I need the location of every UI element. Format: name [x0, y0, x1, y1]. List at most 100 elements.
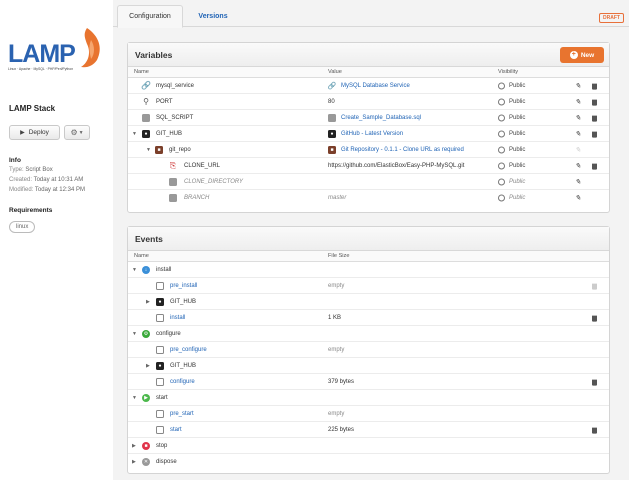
event-group[interactable]: ▼ ↓ install [128, 262, 609, 278]
event-file[interactable]: pre_start [170, 411, 194, 417]
visibility-value: Public [509, 82, 526, 89]
variable-name: BRANCH [184, 195, 210, 201]
trash-icon[interactable] [592, 315, 597, 322]
event-group[interactable]: ▼ ⚙ configure [128, 326, 609, 342]
variable-value[interactable]: Git Repository - 0.1.1 - Clone URL as re… [341, 147, 464, 153]
text-field-icon [169, 177, 177, 186]
event-box-row[interactable]: ▶ ● GIT_HUB [128, 294, 609, 310]
variables-header: Variables + New [128, 43, 609, 67]
edit-icon[interactable]: ✎ [575, 114, 581, 122]
file-icon [328, 113, 336, 122]
visibility-value: Public [509, 178, 526, 185]
events-header: Events [128, 227, 609, 251]
github-icon: ● [328, 129, 336, 138]
expand-arrow-icon[interactable]: ▶ [132, 459, 136, 465]
event-name: dispose [156, 459, 177, 465]
edit-icon[interactable]: ✎ [575, 98, 581, 106]
sidebar: LAMP Linux · Apache · MySQL · PHP/Perl/P… [0, 0, 113, 480]
event-group[interactable]: ▶ ✕ dispose [128, 454, 609, 470]
expand-arrow-icon[interactable]: ▶ [146, 363, 150, 369]
variable-value[interactable]: MySQL Database Service [341, 83, 410, 89]
globe-icon [498, 162, 505, 169]
trash-icon[interactable] [592, 283, 597, 290]
collapse-arrow-icon[interactable]: ▼ [132, 131, 137, 137]
trash-icon[interactable] [592, 163, 597, 170]
event-file-row[interactable]: pre_start empty [128, 406, 609, 422]
visibility-value: Public [509, 162, 526, 169]
trash-icon[interactable] [592, 83, 597, 90]
port-icon: ⚲ [143, 97, 149, 106]
plus-icon: + [569, 51, 578, 59]
table-row[interactable]: SQL_SCRIPT Create_Sample_Database.sql Pu… [128, 110, 609, 126]
settings-menu-button[interactable]: ⚙ ▼ [64, 125, 90, 140]
event-file-row[interactable]: start 225 bytes [128, 422, 609, 438]
trash-icon[interactable] [592, 115, 597, 122]
edit-icon[interactable]: ✎ [575, 162, 581, 170]
event-file[interactable]: pre_install [170, 283, 197, 289]
edit-icon[interactable]: ✎ [575, 194, 581, 202]
info-created: Created: Today at 10:31 AM [9, 177, 84, 183]
event-file[interactable]: configure [170, 379, 195, 385]
edit-icon[interactable]: ✎ [575, 146, 581, 154]
svg-text:LAMP: LAMP [8, 40, 75, 68]
event-file[interactable]: pre_configure [170, 347, 207, 353]
event-file[interactable]: install [170, 315, 185, 321]
file-icon [142, 113, 150, 122]
column-visibility: Visibility [498, 69, 519, 75]
new-variable-button[interactable]: + New [560, 47, 604, 63]
link-icon: 🔗 [141, 81, 151, 90]
events-title: Events [135, 233, 163, 244]
event-file-row[interactable]: pre_install empty [128, 278, 609, 294]
collapse-arrow-icon[interactable]: ▼ [132, 331, 137, 337]
table-row[interactable]: ▼ ● GIT_HUB ● GitHub - Latest Version Pu… [128, 126, 609, 142]
variable-value[interactable]: Create_Sample_Database.sql [341, 115, 421, 121]
trash-icon[interactable] [592, 99, 597, 106]
event-group[interactable]: ▼ ▶ start [128, 390, 609, 406]
trash-icon[interactable] [592, 379, 597, 386]
event-file-row[interactable]: pre_configure empty [128, 342, 609, 358]
file-size: 225 bytes [328, 426, 355, 433]
requirement-tag[interactable]: linux [9, 221, 36, 233]
collapse-arrow-icon[interactable]: ▼ [132, 267, 137, 273]
link-icon: 🔗 [327, 82, 337, 90]
edit-icon[interactable]: ✎ [575, 178, 581, 186]
info-type: Type: Script Box [9, 167, 53, 173]
event-group[interactable]: ▶ ■ stop [128, 438, 609, 454]
trash-icon[interactable] [592, 427, 597, 434]
event-box-row[interactable]: ▶ ● GIT_HUB [128, 358, 609, 374]
file-size: empty [328, 410, 345, 417]
table-row[interactable]: BRANCH master Public ✎ [128, 190, 609, 206]
column-value: Value [328, 69, 342, 75]
file-size: empty [328, 282, 345, 289]
visibility-value: Public [509, 130, 526, 137]
edit-icon[interactable]: ✎ [575, 130, 581, 138]
event-file-row[interactable]: install 1 KB [128, 310, 609, 326]
deploy-button[interactable]: ▶ Deploy [9, 125, 60, 140]
git-box-icon: ■ [328, 145, 336, 154]
github-icon: ● [142, 129, 150, 138]
tab-versions[interactable]: Versions [193, 5, 233, 28]
git-box-icon: ■ [155, 145, 163, 154]
globe-icon [498, 98, 505, 105]
table-row[interactable]: ⚲ PORT 80 Public ✎ [128, 94, 609, 110]
trash-icon[interactable] [592, 131, 597, 138]
edit-icon[interactable]: ✎ [575, 82, 581, 90]
tab-configuration[interactable]: Configuration [117, 5, 183, 28]
event-file[interactable]: start [170, 427, 182, 433]
variables-column-header: Name Value Visibility [128, 67, 609, 78]
table-row[interactable]: ▼ ■ git_repo ■ Git Repository - 0.1.1 - … [128, 142, 609, 158]
deploy-label: Deploy [28, 129, 49, 136]
collapse-arrow-icon[interactable]: ▼ [146, 147, 151, 153]
expand-arrow-icon[interactable]: ▶ [132, 443, 136, 449]
globe-icon [498, 82, 505, 89]
expand-arrow-icon[interactable]: ▶ [146, 299, 150, 305]
event-file-row[interactable]: configure 379 bytes [128, 374, 609, 390]
file-size: 1 KB [328, 314, 342, 321]
table-row[interactable]: ⎘ CLONE_URL https://github.com/ElasticBo… [128, 158, 609, 174]
event-name: install [156, 266, 172, 273]
variable-name: git_repo [169, 146, 191, 153]
collapse-arrow-icon[interactable]: ▼ [132, 395, 137, 401]
table-row[interactable]: 🔗 mysql_service 🔗 MySQL Database Service… [128, 78, 609, 94]
table-row[interactable]: CLONE_DIRECTORY Public ✎ [128, 174, 609, 190]
start-icon: ▶ [142, 393, 150, 402]
